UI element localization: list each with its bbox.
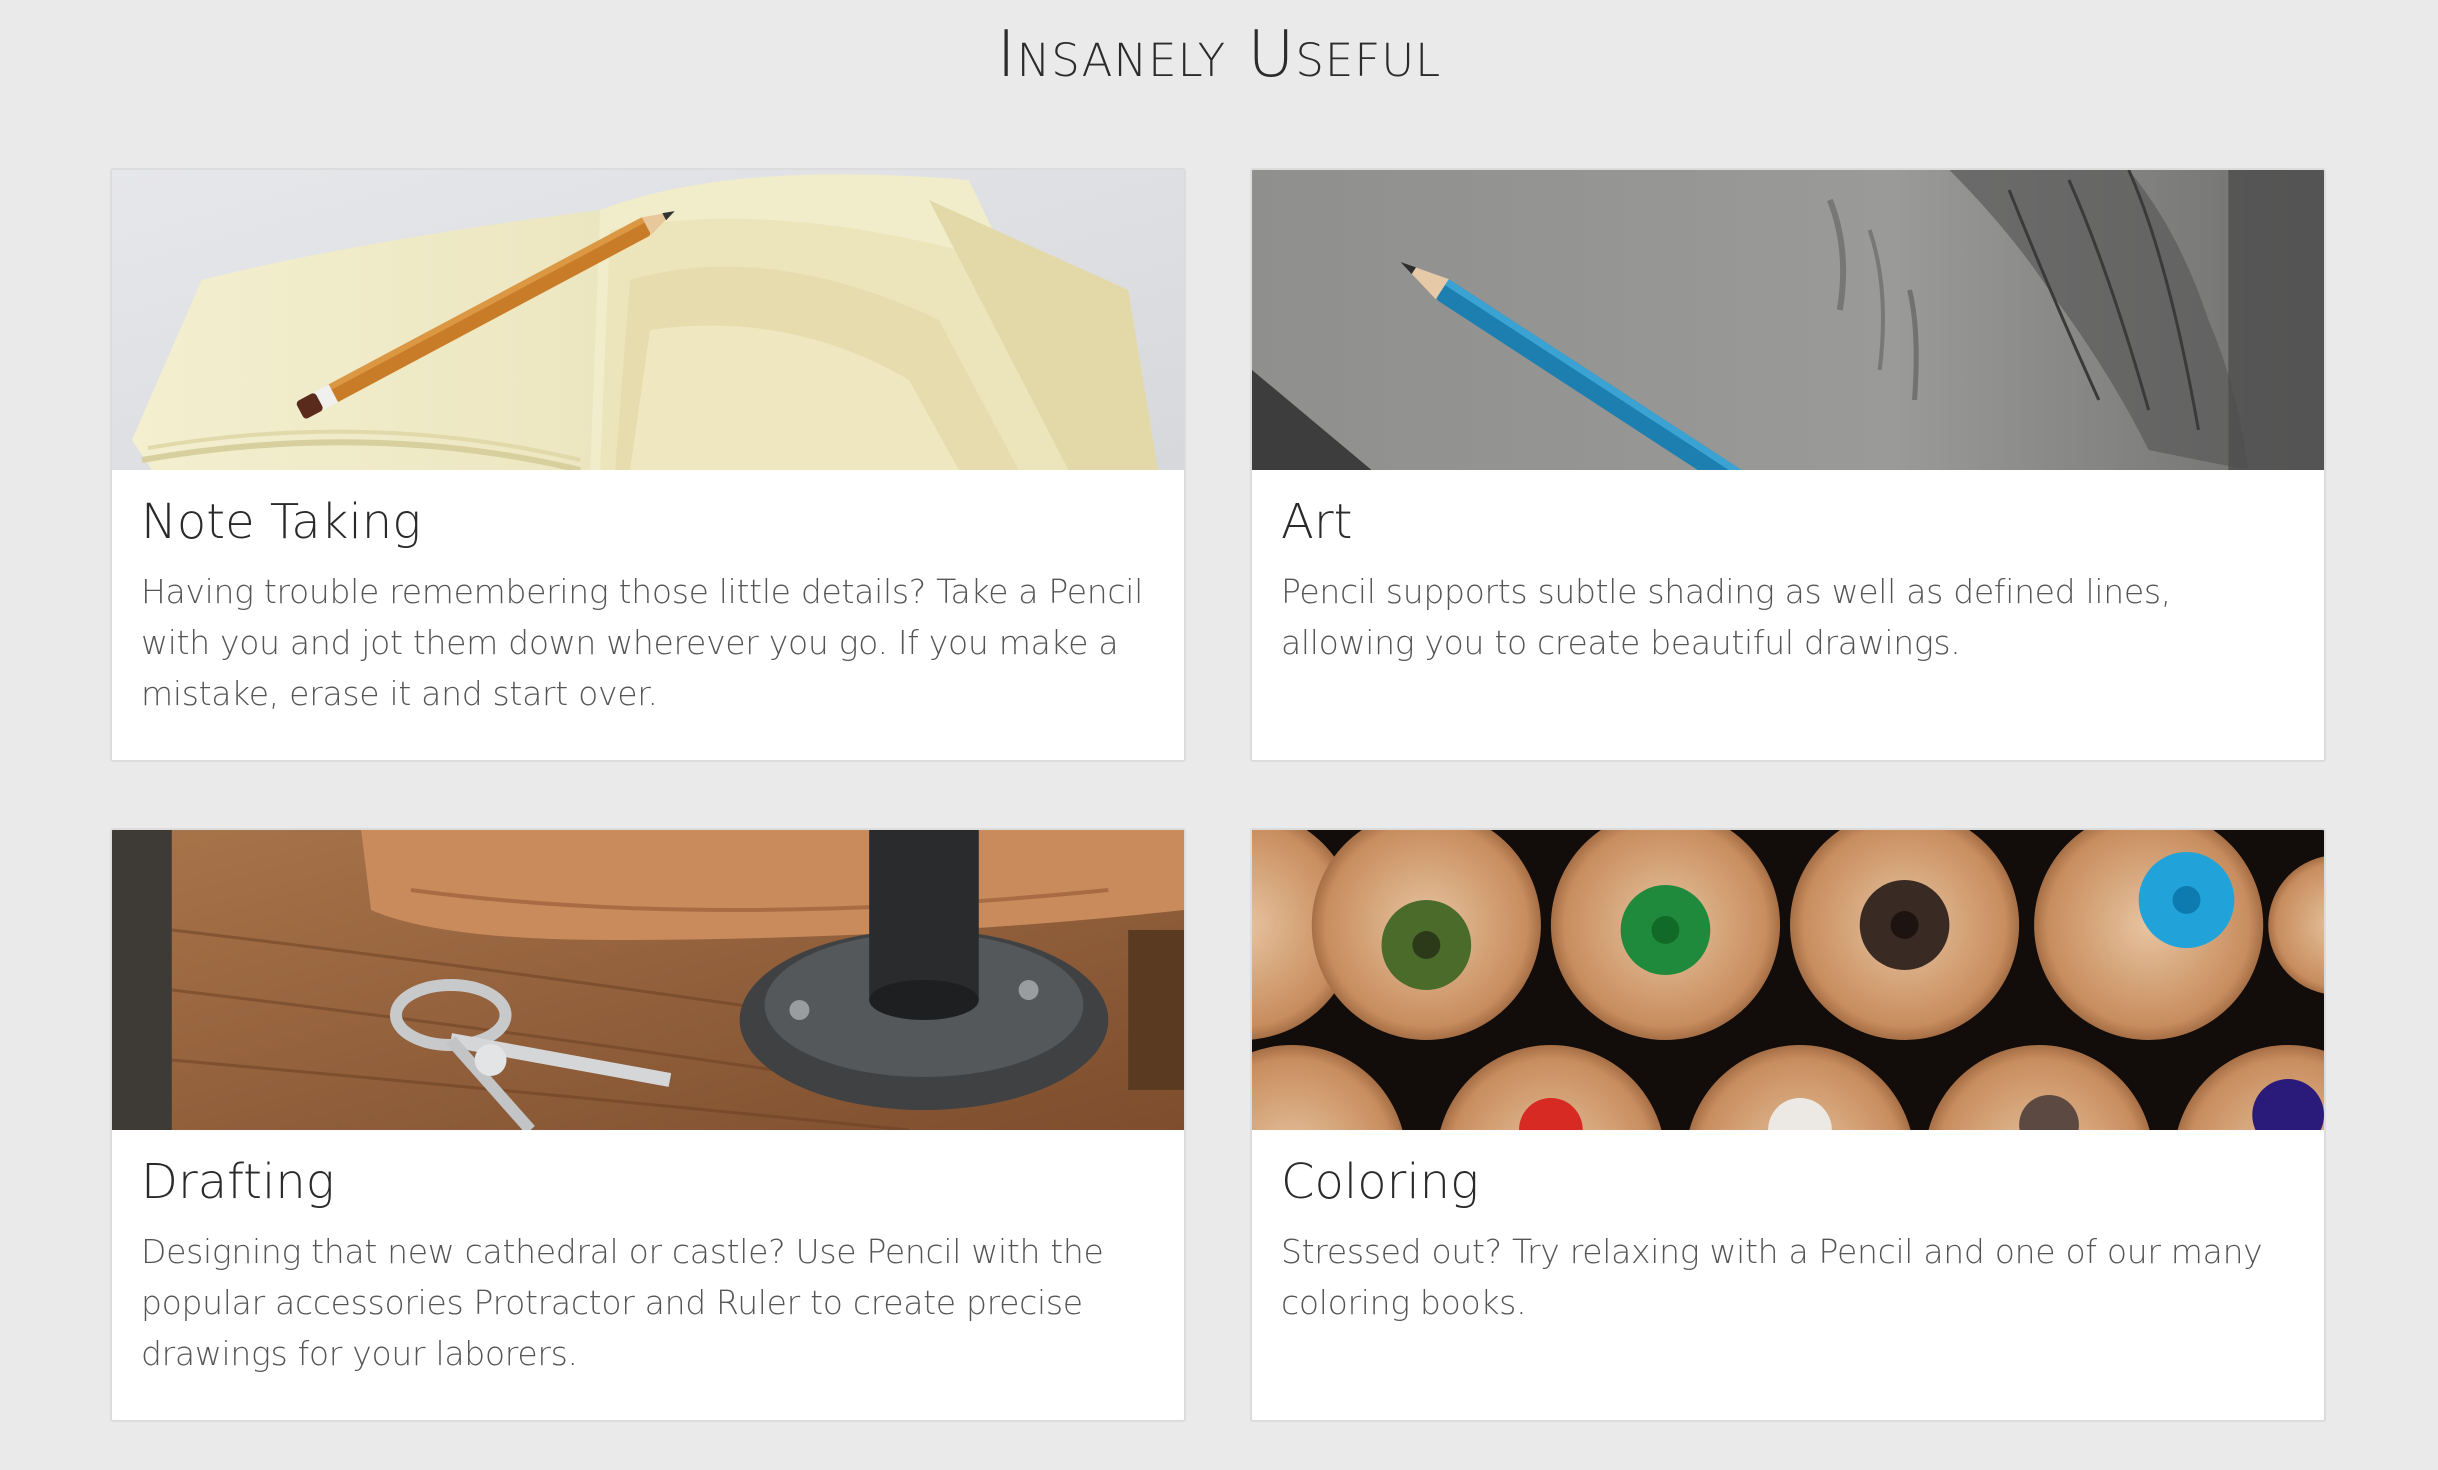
card-description: Pencil supports subtle shading as well a…	[1281, 572, 2171, 662]
card-art: Art Pencil supports subtle shading as we…	[1250, 168, 2326, 762]
card-title: Coloring	[1281, 1154, 1479, 1210]
card-title: Drafting	[141, 1154, 335, 1210]
card-title: Note Taking	[141, 494, 422, 550]
card-description: Having trouble remembering those little …	[141, 572, 1143, 713]
colored-pencils-illustration	[1252, 830, 2324, 1130]
drafting-tools-photo	[112, 830, 1184, 1130]
card-description: Stressed out? Try relaxing with a Pencil…	[1281, 1232, 2263, 1322]
colored-pencils-photo	[1252, 830, 2324, 1130]
drafting-tools-illustration	[112, 830, 1184, 1130]
notebook-pencil-illustration	[112, 170, 1184, 470]
card-title: Art	[1281, 494, 1353, 550]
section-title: Insanely Useful	[996, 18, 1442, 92]
card-description: Designing that new cathedral or castle? …	[141, 1232, 1104, 1373]
sketch-pencil-photo	[1252, 170, 2324, 470]
card-drafting: Drafting Designing that new cathedral or…	[110, 828, 1186, 1422]
sketch-pencil-illustration	[1252, 170, 2324, 470]
card-coloring: Coloring Stressed out? Try relaxing with…	[1250, 828, 2326, 1422]
card-note-taking: Note Taking Having trouble remembering t…	[110, 168, 1186, 762]
notebook-pencil-photo	[112, 170, 1184, 470]
